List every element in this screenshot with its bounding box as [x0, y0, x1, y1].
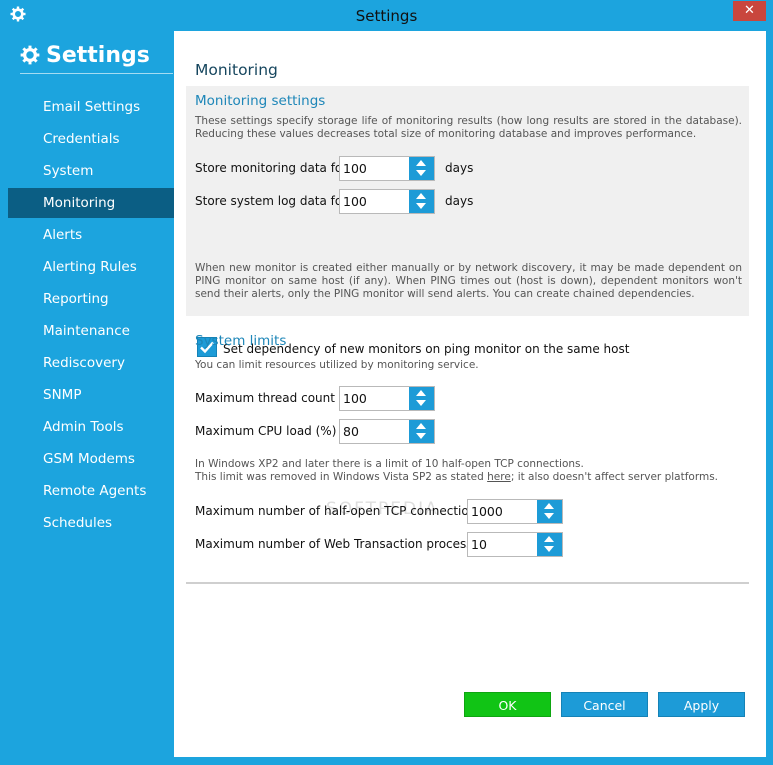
- monitoring-settings-description: These settings specify storage life of m…: [195, 115, 742, 140]
- tcp-note-line2: This limit was removed in Windows Vista …: [195, 471, 718, 484]
- halfopen-stepper[interactable]: 1000: [467, 499, 563, 524]
- close-button[interactable]: ✕: [733, 1, 766, 21]
- apply-button[interactable]: Apply: [658, 692, 745, 717]
- store-monitoring-stepper[interactable]: 100: [339, 156, 435, 181]
- store-monitoring-unit: days: [445, 161, 474, 175]
- web-transaction-label: Maximum number of Web Transaction proces…: [195, 537, 487, 551]
- store-syslog-value[interactable]: 100: [343, 194, 367, 209]
- main-content: Monitoring Monitoring settings These set…: [174, 31, 766, 757]
- stepper-arrows-icon[interactable]: [537, 500, 562, 523]
- cancel-button[interactable]: Cancel: [561, 692, 648, 717]
- system-limits-title: System limits: [195, 333, 287, 349]
- thread-count-label: Maximum thread count: [195, 391, 335, 405]
- sidebar-item-admin-tools[interactable]: Admin Tools: [8, 412, 174, 442]
- monitoring-settings-title: Monitoring settings: [195, 93, 326, 109]
- stepper-arrows-icon[interactable]: [409, 190, 434, 213]
- cpu-load-value[interactable]: 80: [343, 424, 359, 439]
- sidebar-item-schedules[interactable]: Schedules: [8, 508, 174, 538]
- halfopen-value[interactable]: 1000: [471, 504, 503, 519]
- tcp-note-line1: In Windows XP2 and later there is a limi…: [195, 458, 584, 470]
- cpu-load-label: Maximum CPU load (%): [195, 424, 337, 438]
- sidebar-item-reporting[interactable]: Reporting: [8, 284, 174, 314]
- web-transaction-stepper[interactable]: 10: [467, 532, 563, 557]
- sidebar-item-system[interactable]: System: [8, 156, 174, 186]
- cpu-load-stepper[interactable]: 80: [339, 419, 435, 444]
- monitoring-settings-panel: Monitoring settings These settings speci…: [186, 86, 749, 357]
- here-link[interactable]: here: [487, 471, 511, 483]
- section-divider: [186, 582, 749, 584]
- web-transaction-value[interactable]: 10: [471, 537, 487, 552]
- sidebar-item-gsm-modems[interactable]: GSM Modems: [8, 444, 174, 474]
- stepper-arrows-icon[interactable]: [409, 387, 434, 410]
- thread-count-value[interactable]: 100: [343, 391, 367, 406]
- store-monitoring-value[interactable]: 100: [343, 161, 367, 176]
- stepper-arrows-icon[interactable]: [409, 157, 434, 180]
- sidebar-header: Settings: [20, 40, 150, 70]
- stepper-arrows-icon[interactable]: [537, 533, 562, 556]
- settings-window: Settings ✕ Settings Email Settings Crede…: [0, 0, 773, 765]
- sidebar-title: Settings: [46, 42, 150, 68]
- halfopen-label: Maximum number of half-open TCP connecti…: [195, 504, 483, 518]
- sidebar-item-alerts[interactable]: Alerts: [8, 220, 174, 250]
- stepper-arrows-icon[interactable]: [409, 420, 434, 443]
- sidebar-divider: [20, 73, 173, 74]
- store-syslog-unit: days: [445, 194, 474, 208]
- sidebar-item-snmp[interactable]: SNMP: [8, 380, 174, 410]
- title-bar[interactable]: Settings ✕: [0, 0, 773, 31]
- tcp-note-pre: This limit was removed in Windows Vista …: [195, 471, 488, 483]
- sidebar-item-credentials[interactable]: Credentials: [8, 124, 174, 154]
- sidebar-item-alerting-rules[interactable]: Alerting Rules: [8, 252, 174, 282]
- gear-icon: [20, 45, 40, 65]
- tcp-note-post: ; it also doesn't affect server platform…: [510, 471, 719, 483]
- thread-count-stepper[interactable]: 100: [339, 386, 435, 411]
- sidebar-item-monitoring[interactable]: Monitoring: [8, 188, 174, 218]
- store-monitoring-label: Store monitoring data for: [195, 161, 348, 175]
- page-title: Monitoring: [195, 61, 278, 79]
- dependency-description: When new monitor is created either manua…: [195, 262, 742, 300]
- sidebar: Settings Email Settings Credentials Syst…: [8, 31, 174, 757]
- sidebar-item-rediscovery[interactable]: Rediscovery: [8, 348, 174, 378]
- system-limits-description: You can limit resources utilized by moni…: [195, 359, 479, 371]
- ok-button[interactable]: OK: [464, 692, 551, 717]
- store-syslog-stepper[interactable]: 100: [339, 189, 435, 214]
- store-syslog-label: Store system log data for: [195, 194, 348, 208]
- window-title: Settings: [355, 7, 418, 25]
- sidebar-item-remote-agents[interactable]: Remote Agents: [8, 476, 174, 506]
- sidebar-item-maintenance[interactable]: Maintenance: [8, 316, 174, 346]
- sidebar-item-email-settings[interactable]: Email Settings: [8, 92, 174, 122]
